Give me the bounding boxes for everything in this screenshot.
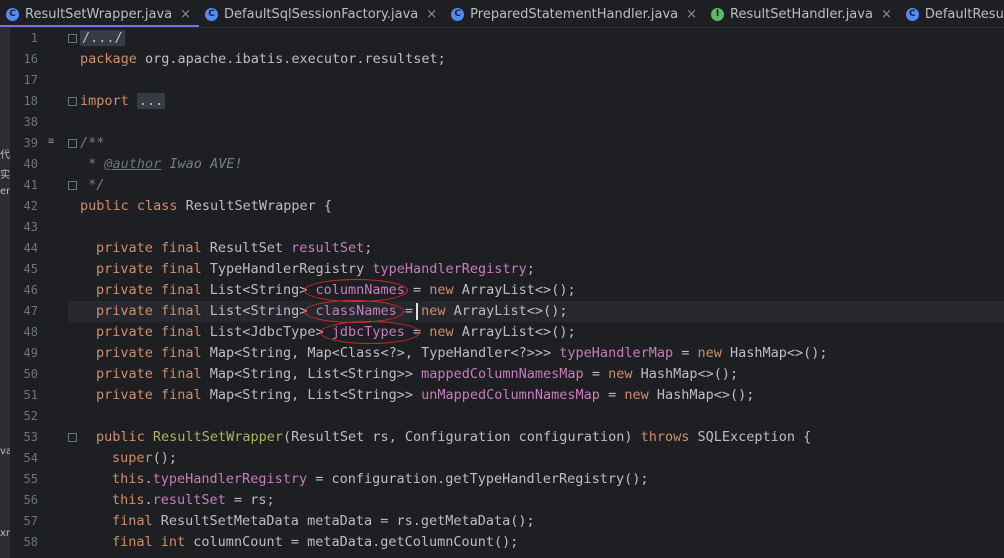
line-number: 51 — [23, 388, 38, 402]
line-number: 46 — [23, 283, 38, 297]
code-line-49: private final Map<String, Map<Class<?>, … — [96, 345, 828, 361]
line-number: 38 — [23, 115, 38, 129]
line-number: 45 — [23, 262, 38, 276]
tab-label: DefaultSqlSessionFactory.java — [224, 6, 419, 22]
tab-defaultsqlsessionfactory[interactable]: C DefaultSqlSessionFactory.java × — [199, 0, 445, 27]
tab-resultsetwrapper[interactable]: C ResultSetWrapper.java × — [0, 0, 200, 27]
line-number: 53 — [23, 430, 38, 444]
code-line-16: package org.apache.ibatis.executor.resul… — [80, 51, 446, 67]
panel-fragment: xn — [0, 528, 10, 539]
code-line-56: this.resultSet = rs; — [112, 492, 275, 508]
code-editor[interactable]: /.../ package org.apache.ibatis.executor… — [68, 28, 1004, 558]
code-line-41: */ — [80, 177, 105, 193]
panel-fragment: 代 — [0, 150, 10, 161]
line-number: 41 — [23, 178, 38, 192]
code-line-53: public ResultSetWrapper(ResultSet rs, Co… — [96, 429, 812, 445]
line-number: 54 — [23, 451, 38, 465]
line-number: 49 — [23, 346, 38, 360]
code-line-18: import ... — [80, 93, 166, 109]
line-number: 48 — [23, 325, 38, 339]
line-number: 55 — [23, 472, 38, 486]
tab-label: ResultSetWrapper.java — [25, 6, 173, 22]
line-number-gutter[interactable]: 1 16 17 18 38 39 40 41 42 43 44 45 46 47… — [10, 28, 77, 558]
close-icon[interactable]: × — [426, 7, 437, 22]
line-number: 52 — [23, 409, 38, 423]
line-number: 42 — [23, 199, 38, 213]
line-number: 58 — [23, 535, 38, 549]
panel-fragment: va — [0, 446, 10, 457]
line-number: 44 — [23, 241, 38, 255]
code-line-58: final int columnCount = metaData.getColu… — [112, 534, 519, 550]
panel-fragment: en — [0, 186, 10, 197]
line-number: 56 — [23, 493, 38, 507]
annotation-ellipse-columnnames — [304, 279, 408, 302]
code-line-1: /.../ — [80, 30, 125, 46]
java-class-icon: C — [905, 7, 919, 21]
code-line-45: private final TypeHandlerRegistry typeHa… — [96, 261, 535, 277]
java-class-icon: C — [451, 7, 465, 21]
close-icon[interactable]: × — [881, 7, 892, 22]
tab-label: ResultSetHandler.java — [730, 6, 873, 22]
code-line-42: public class ResultSetWrapper { — [80, 198, 332, 214]
java-class-icon: C — [6, 7, 19, 21]
line-number: 16 — [23, 52, 38, 66]
line-number: 1 — [30, 31, 38, 45]
text-caret — [416, 303, 418, 320]
code-line-50: private final Map<String, List<String>> … — [96, 366, 739, 382]
line-number: 47 — [23, 304, 38, 318]
tab-label: DefaultResultSetHandler.java — [924, 6, 1004, 22]
editor-tab-bar: C ResultSetWrapper.java × C DefaultSqlSe… — [0, 0, 1004, 28]
tab-resultsethandler[interactable]: I ResultSetHandler.java × — [705, 0, 900, 27]
code-line-54: super(); — [112, 450, 178, 466]
annotation-ellipse-classnames — [304, 300, 404, 323]
code-line-39: /** — [80, 135, 105, 151]
code-line-51: private final Map<String, List<String>> … — [96, 387, 755, 403]
code-line-40: * @author Iwao AVE! — [80, 156, 243, 172]
line-number: 17 — [23, 73, 38, 87]
java-class-icon: C — [205, 7, 219, 21]
line-number: 39 — [23, 136, 38, 150]
line-number: 57 — [23, 514, 38, 528]
doc-comment-toggle-icon[interactable]: ≡ — [48, 136, 54, 147]
java-interface-icon: I — [711, 7, 725, 21]
code-line-57: final ResultSetMetaData metaData = rs.ge… — [112, 513, 535, 529]
close-icon[interactable]: × — [180, 7, 191, 22]
line-number: 50 — [23, 367, 38, 381]
code-line-44: private final ResultSet resultSet; — [96, 240, 373, 256]
tab-preparedstatementhandler[interactable]: C PreparedStatementHandler.java × — [445, 0, 705, 27]
tab-label: PreparedStatementHandler.java — [470, 6, 679, 22]
line-number: 40 — [23, 157, 38, 171]
project-panel-edge[interactable]: 代 实 en va xn — [0, 28, 10, 558]
code-line-55: this.typeHandlerRegistry = configuration… — [112, 471, 649, 487]
panel-fragment: 实 — [0, 170, 10, 181]
line-number: 18 — [23, 94, 38, 108]
close-icon[interactable]: × — [686, 7, 697, 22]
line-number: 43 — [23, 220, 38, 234]
tab-defaultresultsethandler[interactable]: C DefaultResultSetHandler.java — [900, 0, 1004, 27]
annotation-ellipse-jdbctypes — [320, 321, 420, 344]
